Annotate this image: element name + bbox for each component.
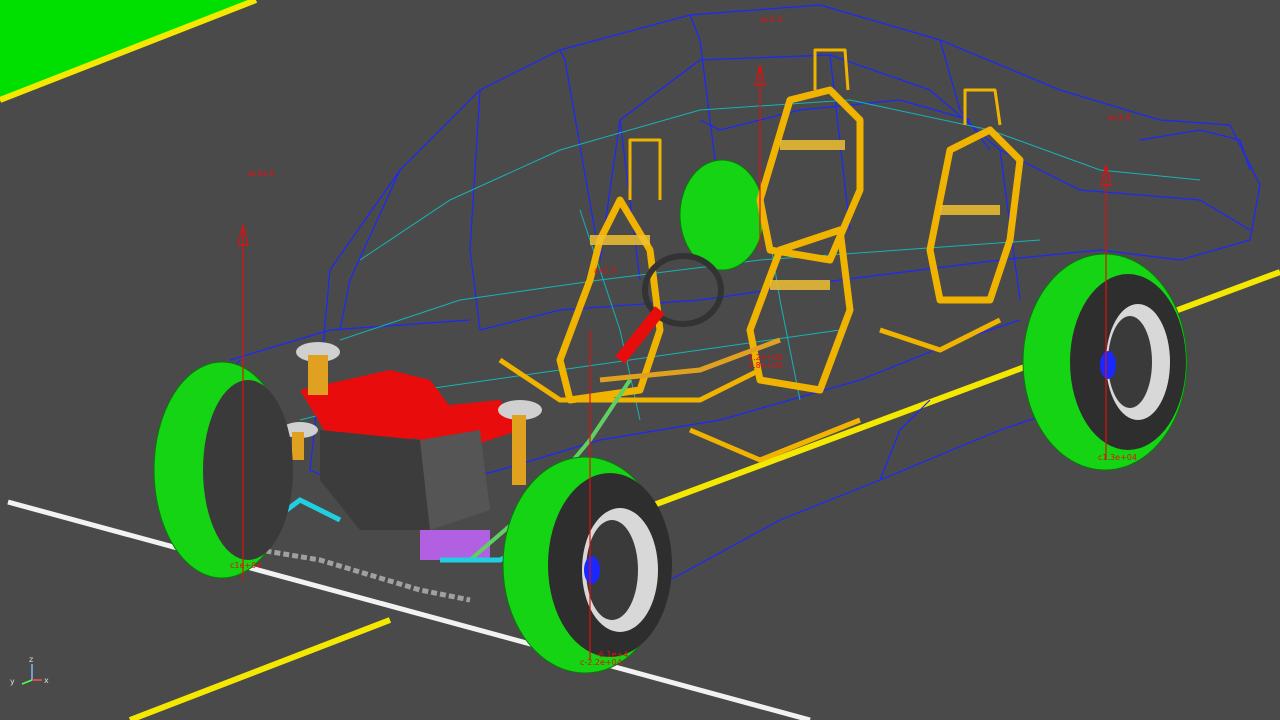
rear-right-hub [1100,351,1116,379]
front-left-axis-label: ax3a.0 [247,169,274,178]
cabin-label-c: 2.8e+04 [748,361,783,370]
3d-model-viewport[interactable]: ax3a.0 ax1.0 ax3.0 ax2.0 2.2e+04 2.8e+04… [0,0,1280,720]
rear-right-axis-label: ax3.0 [1108,113,1130,122]
front-right-wheel-label-b: c-2.2e+04 [580,658,622,667]
front-left-wheel-label: c1e+04 [230,561,261,570]
rear-left-tire[interactable] [679,159,765,271]
triad-x-label: x [44,676,49,685]
rear-right-wheel-label: c1.3e+04 [1098,453,1137,462]
roof-axis-label: ax1.0 [760,15,782,24]
triad-z-label: z [29,655,33,664]
scene-canvas[interactable]: ax3a.0 ax1.0 ax3.0 ax2.0 2.2e+04 2.8e+04… [0,0,1280,720]
cabin-label-a: ax2.0 [594,266,616,275]
triad-y-label: y [10,677,15,686]
front-left-wheel[interactable] [153,361,293,579]
rear-right-wheel[interactable] [1022,253,1188,471]
front-right-hub [584,556,600,584]
